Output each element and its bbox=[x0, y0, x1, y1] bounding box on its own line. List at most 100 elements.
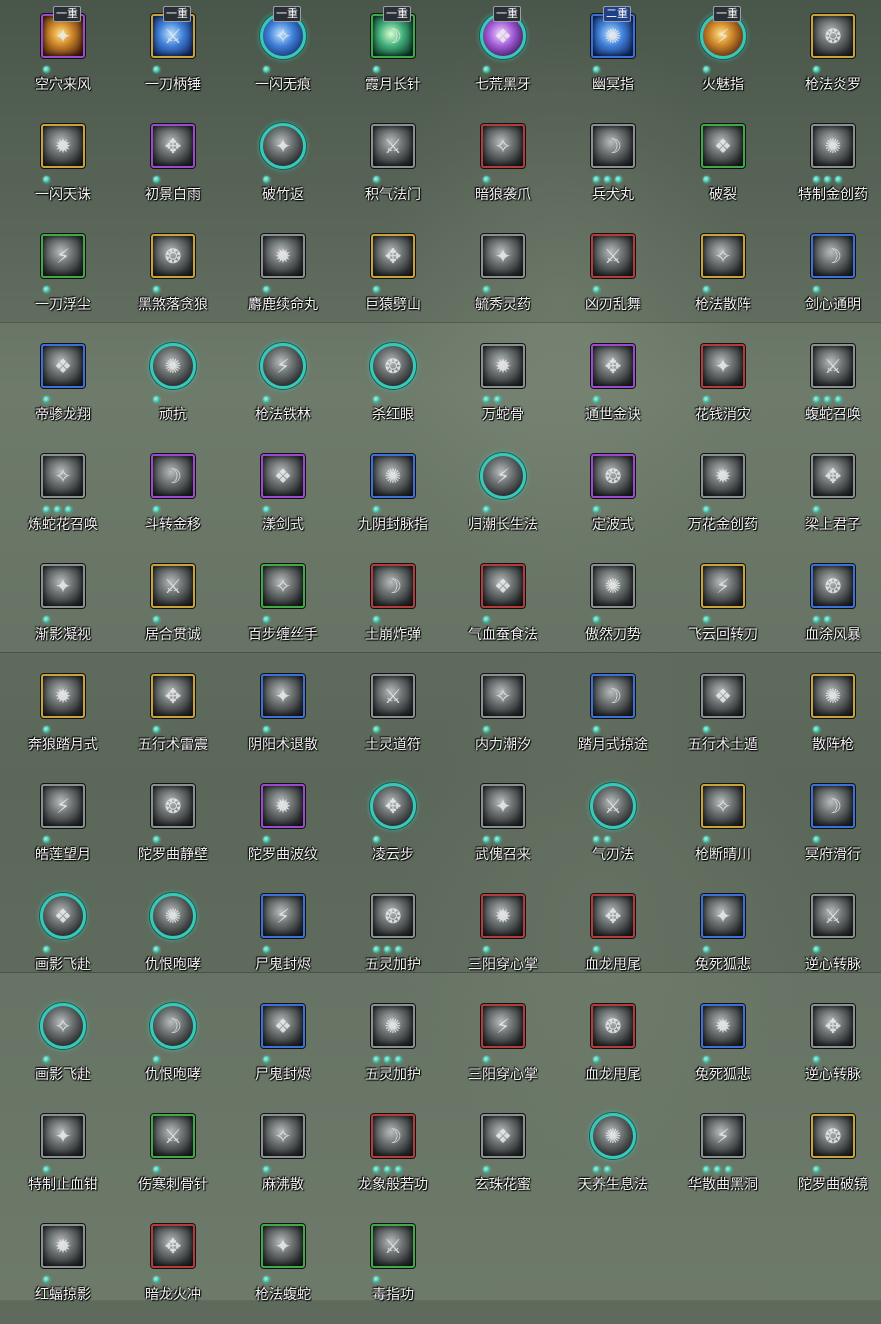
skill-icon[interactable]: ✺ bbox=[371, 1004, 415, 1048]
skill-slot[interactable]: ⚡ 一刀浮尘 bbox=[8, 224, 118, 334]
skill-slot[interactable]: ✦ 渐影凝视 bbox=[8, 554, 118, 664]
skill-slot[interactable]: ⚔ 气刃法 bbox=[558, 774, 668, 884]
skill-icon[interactable]: ✹ bbox=[481, 344, 525, 388]
skill-icon[interactable]: ❂ bbox=[151, 784, 195, 828]
skill-icon[interactable]: ☽ bbox=[811, 784, 855, 828]
skill-icon[interactable]: ✧ bbox=[41, 454, 85, 498]
skill-icon[interactable]: ✥ bbox=[151, 674, 195, 718]
skill-icon[interactable]: ❂ bbox=[151, 234, 195, 278]
skill-slot[interactable]: ✥ 血龙甩尾 bbox=[558, 884, 668, 994]
skill-slot[interactable]: ⚔ 居合贯诚 bbox=[118, 554, 228, 664]
skill-slot[interactable]: ✹ 红蝠掠影 bbox=[8, 1214, 118, 1324]
skill-slot[interactable]: ❖ 尸鬼封烬 bbox=[228, 994, 338, 1104]
skill-icon[interactable]: ✥ bbox=[151, 124, 195, 168]
skill-slot[interactable]: ✺ 散阵枪 bbox=[778, 664, 881, 774]
skill-slot[interactable]: ✦ 枪法蝮蛇 bbox=[228, 1214, 338, 1324]
skill-icon[interactable]: ❖ bbox=[41, 344, 85, 388]
skill-slot[interactable]: ✧ 百步缠丝手 bbox=[228, 554, 338, 664]
skill-slot[interactable]: ❖ 破裂 bbox=[668, 114, 778, 224]
skill-icon[interactable]: ❖ bbox=[481, 1114, 525, 1158]
skill-slot[interactable]: ⚔ 土灵道符 bbox=[338, 664, 448, 774]
skill-icon[interactable]: ✦ bbox=[701, 894, 745, 938]
skill-slot[interactable]: ✺ 傲然刀势 bbox=[558, 554, 668, 664]
skill-icon[interactable]: ❂ bbox=[591, 1004, 635, 1048]
skill-slot[interactable]: ☽ 仇恨咆哮 bbox=[118, 994, 228, 1104]
skill-slot[interactable]: ☽ 土崩炸弹 bbox=[338, 554, 448, 664]
skill-slot[interactable]: ☽ 一重 霞月长针 bbox=[338, 4, 448, 114]
skill-slot[interactable]: ✧ 画影飞赴 bbox=[8, 994, 118, 1104]
skill-icon[interactable]: ❂ bbox=[811, 14, 855, 58]
skill-slot[interactable]: ✹ 奔狼踏月式 bbox=[8, 664, 118, 774]
skill-slot[interactable]: ❂ 五灵加护 bbox=[338, 884, 448, 994]
skill-slot[interactable]: ✦ 兔死狐悲 bbox=[668, 884, 778, 994]
skill-slot[interactable]: ✥ 五行术雷震 bbox=[118, 664, 228, 774]
skill-slot[interactable]: ⚡ 皓莲望月 bbox=[8, 774, 118, 884]
skill-slot[interactable]: ✹ 万花金创药 bbox=[668, 444, 778, 554]
skill-icon[interactable]: ☽ bbox=[811, 234, 855, 278]
skill-icon[interactable]: ❖ bbox=[261, 1004, 305, 1048]
skill-slot[interactable]: ⚡ 尸鬼封烬 bbox=[228, 884, 338, 994]
skill-slot[interactable]: ⚔ 凶刃乱舞 bbox=[558, 224, 668, 334]
skill-icon[interactable]: ✦ bbox=[41, 1114, 85, 1158]
skill-icon[interactable]: ✹ bbox=[481, 894, 525, 938]
skill-icon[interactable]: ✦ bbox=[260, 123, 306, 169]
skill-slot[interactable]: ✥ 凌云步 bbox=[338, 774, 448, 884]
skill-slot[interactable]: ❂ 陀罗曲破镜 bbox=[778, 1104, 881, 1214]
skill-icon[interactable]: ⚔ bbox=[811, 894, 855, 938]
skill-icon[interactable]: ✥ bbox=[591, 894, 635, 938]
skill-icon[interactable]: ✺ bbox=[811, 674, 855, 718]
skill-slot[interactable]: ❂ 定波式 bbox=[558, 444, 668, 554]
skill-slot[interactable]: ❖ 玄珠花蜜 bbox=[448, 1104, 558, 1214]
skill-icon[interactable]: ⚡ bbox=[701, 1114, 745, 1158]
skill-slot[interactable]: ☽ 龙象般若功 bbox=[338, 1104, 448, 1214]
skill-slot[interactable]: ☽ 踏月式掠途 bbox=[558, 664, 668, 774]
skill-slot[interactable]: ✧ 一重 一闪无痕 bbox=[228, 4, 338, 114]
skill-icon[interactable]: ✺ bbox=[150, 893, 196, 939]
skill-slot[interactable]: ✦ 破竹返 bbox=[228, 114, 338, 224]
skill-slot[interactable]: ☽ 兵犬丸 bbox=[558, 114, 668, 224]
skill-slot[interactable]: ⚡ 飞云回转刀 bbox=[668, 554, 778, 664]
skill-slot[interactable]: ✥ 巨猿劈山 bbox=[338, 224, 448, 334]
skill-icon[interactable]: ⚔ bbox=[371, 1224, 415, 1268]
skill-slot[interactable]: ❂ 枪法炎罗 bbox=[778, 4, 881, 114]
skill-slot[interactable]: ✹ 一闪天诛 bbox=[8, 114, 118, 224]
skill-slot[interactable]: ✺ 特制金创药 bbox=[778, 114, 881, 224]
skill-slot[interactable]: ✹ 万蛇骨 bbox=[448, 334, 558, 444]
skill-slot[interactable]: ❖ 漾剑式 bbox=[228, 444, 338, 554]
skill-icon[interactable]: ✹ bbox=[41, 124, 85, 168]
skill-icon[interactable]: ✥ bbox=[591, 344, 635, 388]
skill-icon[interactable]: ✺ bbox=[150, 343, 196, 389]
skill-slot[interactable]: ✺ 天养生息法 bbox=[558, 1104, 668, 1214]
skill-slot[interactable]: ❂ 血龙甩尾 bbox=[558, 994, 668, 1104]
skill-icon[interactable]: ✧ bbox=[40, 1003, 86, 1049]
skill-slot[interactable]: ❂ 黑煞落贪狼 bbox=[118, 224, 228, 334]
skill-icon[interactable]: ☽ bbox=[591, 124, 635, 168]
skill-slot[interactable]: ⚡ 归潮长生法 bbox=[448, 444, 558, 554]
skill-slot[interactable]: ❂ 陀罗曲静壁 bbox=[118, 774, 228, 884]
skill-slot[interactable]: ❖ 五行术土遁 bbox=[668, 664, 778, 774]
skill-icon[interactable]: ❂ bbox=[370, 343, 416, 389]
skill-icon[interactable]: ✧ bbox=[261, 1114, 305, 1158]
skill-icon[interactable]: ❂ bbox=[591, 454, 635, 498]
skill-icon[interactable]: ⚡ bbox=[261, 894, 305, 938]
skill-slot[interactable]: ✧ 炼蛇花召唤 bbox=[8, 444, 118, 554]
skill-icon[interactable]: ⚡ bbox=[480, 453, 526, 499]
skill-icon[interactable]: ✧ bbox=[481, 674, 525, 718]
skill-slot[interactable]: ✺ 二重 幽冥指 bbox=[558, 4, 668, 114]
skill-icon[interactable]: ❖ bbox=[701, 124, 745, 168]
skill-slot[interactable]: ✥ 初景白雨 bbox=[118, 114, 228, 224]
skill-icon[interactable]: ✥ bbox=[370, 783, 416, 829]
skill-icon[interactable]: ✺ bbox=[811, 124, 855, 168]
skill-icon[interactable]: ✺ bbox=[371, 454, 415, 498]
skill-icon[interactable]: ✹ bbox=[701, 454, 745, 498]
skill-icon[interactable]: ✧ bbox=[261, 564, 305, 608]
skill-icon[interactable]: ⚡ bbox=[701, 564, 745, 608]
skill-icon[interactable]: ❂ bbox=[811, 1114, 855, 1158]
skill-icon[interactable]: ❂ bbox=[371, 894, 415, 938]
skill-icon[interactable]: ✥ bbox=[811, 1004, 855, 1048]
skill-icon[interactable]: ⚔ bbox=[151, 564, 195, 608]
skill-slot[interactable]: ✺ 五灵加护 bbox=[338, 994, 448, 1104]
skill-slot[interactable]: ✥ 暗龙火冲 bbox=[118, 1214, 228, 1324]
skill-icon[interactable]: ❖ bbox=[701, 674, 745, 718]
skill-icon[interactable]: ✦ bbox=[261, 674, 305, 718]
